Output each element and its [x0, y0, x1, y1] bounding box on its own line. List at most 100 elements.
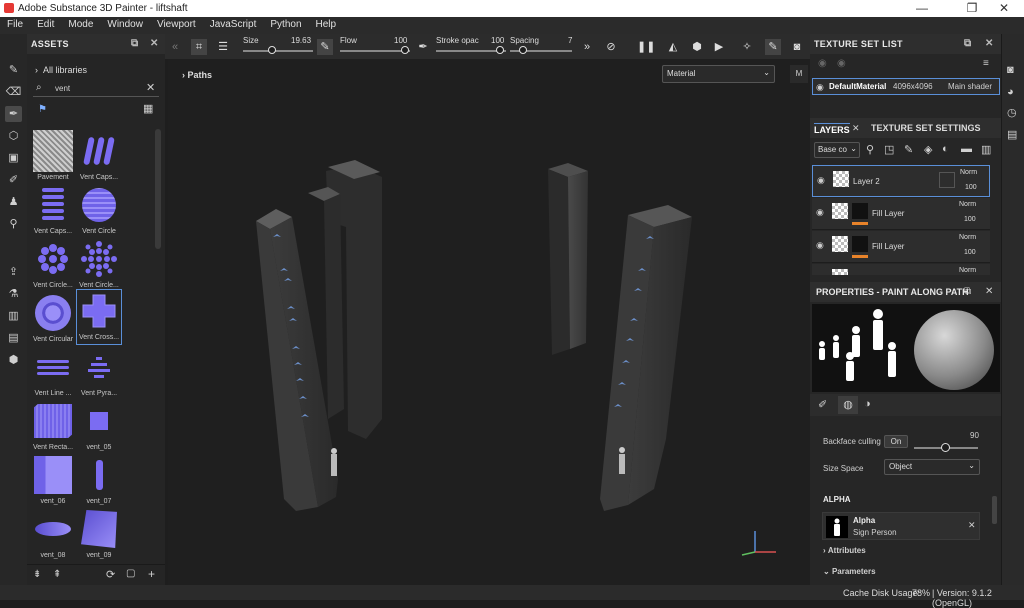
alpha-slot[interactable]: Alpha Sign Person ✕	[822, 512, 980, 540]
asset-vent-line[interactable]: Vent Line ...	[31, 346, 75, 397]
add-folder-icon[interactable]: ▬	[961, 143, 972, 155]
properties-scrollbar[interactable]	[992, 496, 997, 524]
cube-icon[interactable]: ⬢	[5, 352, 22, 368]
undock-icon[interactable]: ⧉	[131, 38, 138, 49]
menu-icon[interactable]: ≡	[983, 58, 989, 69]
add-fill-layer-icon[interactable]: ◈	[924, 143, 932, 156]
layer-row[interactable]: ◉ Fill Layer Norm 100	[812, 198, 990, 230]
close-icon[interactable]: ✕	[985, 286, 993, 297]
expand-right-icon[interactable]: »	[579, 39, 595, 55]
visibility-icon[interactable]: ◉	[818, 58, 827, 69]
brush-tab-icon[interactable]: ✐	[818, 398, 827, 411]
menu-file[interactable]: File	[0, 17, 30, 34]
undock-icon[interactable]: ⧉	[964, 38, 971, 49]
remove-alpha-icon[interactable]: ✕	[968, 520, 976, 531]
asset-vent-caps-2[interactable]: Vent Caps...	[31, 184, 75, 235]
eraser-icon[interactable]: ⌫	[5, 84, 22, 100]
spacing-value[interactable]: 7	[568, 36, 572, 45]
eye-icon[interactable]: ◉	[816, 273, 824, 275]
filter-icon[interactable]: ⚑	[38, 104, 47, 115]
size-slider-handle[interactable]	[268, 46, 276, 54]
path-mode-icon[interactable]: ⌗	[191, 39, 207, 55]
close-button[interactable]: ✕	[984, 1, 1024, 15]
eye-icon[interactable]: ◉	[816, 207, 824, 218]
menu-javascript[interactable]: JavaScript	[203, 17, 264, 34]
document-icon[interactable]: ▤	[5, 330, 22, 346]
flow-slider-handle[interactable]	[401, 46, 409, 54]
pressure-icon[interactable]: ✎	[317, 39, 333, 55]
close-icon[interactable]: ✕	[150, 38, 159, 49]
asset-vent-circle[interactable]: Vent Circle	[77, 184, 121, 235]
menu-python[interactable]: Python	[263, 17, 308, 34]
menu-help[interactable]: Help	[309, 17, 344, 34]
camera-video-icon[interactable]: ▶	[711, 39, 727, 55]
close-tab-icon[interactable]: ✕	[852, 123, 860, 134]
attributes-toggle[interactable]: › Attributes	[823, 546, 866, 555]
search-input[interactable]: vent	[55, 84, 70, 93]
size-value[interactable]: 19.63	[291, 36, 311, 45]
shader-settings-icon[interactable]: ◕	[1007, 86, 1014, 98]
asset-vent-pyramid[interactable]: Vent Pyra...	[77, 346, 121, 397]
asset-vent-circle-3[interactable]: Vent Circle...	[77, 238, 121, 289]
paint-brush-icon[interactable]: ✎	[5, 62, 22, 78]
asset-vent-05[interactable]: vent_05	[77, 400, 121, 451]
layer-row[interactable]: ◉ Fill Layer Norm 100	[812, 231, 990, 263]
asset-pavement[interactable]: Pavement	[31, 130, 75, 181]
layer-mask-thumbnail[interactable]	[852, 236, 868, 252]
clear-search-icon[interactable]: ✕	[146, 81, 155, 94]
add-icon[interactable]: +	[148, 567, 155, 581]
menu-viewport[interactable]: Viewport	[150, 17, 203, 34]
size-space-select[interactable]: Object ⌄	[884, 459, 980, 475]
projection-icon[interactable]: ▣	[5, 150, 22, 166]
search-box[interactable]: ⌕ vent ✕	[33, 81, 159, 97]
blend-mode[interactable]: Norm	[959, 267, 976, 274]
import-icon[interactable]: ⇟	[33, 569, 41, 580]
layer-row[interactable]: ◉ Norm	[812, 264, 990, 275]
texture-set-shader[interactable]: Main shader	[948, 82, 992, 91]
path-tool-icon[interactable]: ✒	[5, 106, 22, 122]
asset-vent-09[interactable]: vent_09	[77, 508, 121, 559]
material-tab-icon[interactable]: ◑	[864, 398, 871, 410]
asset-vent-circular[interactable]: Vent Circular	[31, 292, 75, 343]
refresh-icon[interactable]: ⟳	[106, 568, 115, 581]
tab-layers[interactable]: LAYERS	[814, 123, 850, 135]
screenshot-icon[interactable]: ◙	[789, 39, 805, 55]
smart-material-icon[interactable]: ◐	[942, 143, 949, 155]
eye-icon[interactable]: ◉	[816, 82, 824, 93]
flow-value[interactable]: 100	[394, 36, 407, 45]
alpha-tab-icon[interactable]: ◍	[838, 396, 858, 414]
smudge-icon[interactable]: ✐	[5, 172, 22, 188]
assets-scrollbar[interactable]	[155, 129, 161, 249]
brush-icon[interactable]: ✒	[415, 39, 431, 55]
3d-viewport[interactable]: › Paths Material ⌄ M	[168, 59, 810, 585]
menu-edit[interactable]: Edit	[30, 17, 61, 34]
asset-vent-08[interactable]: vent_08	[31, 508, 75, 559]
tab-texture-set-settings[interactable]: TEXTURE SET SETTINGS	[871, 123, 981, 133]
layer-opacity[interactable]: 100	[964, 249, 976, 256]
blend-mode[interactable]: Norm	[959, 201, 976, 208]
layer-mask-thumbnail[interactable]	[852, 203, 868, 219]
collapse-left-icon[interactable]: «	[167, 39, 183, 55]
pause-icon[interactable]: ❚❚	[637, 39, 655, 55]
blend-mode[interactable]: Norm	[960, 169, 977, 176]
history-icon[interactable]: ◷	[1007, 106, 1017, 119]
backface-value[interactable]: 90	[970, 431, 979, 440]
size-slider[interactable]	[243, 50, 313, 52]
layer-opacity[interactable]: 100	[964, 216, 976, 223]
channel-select[interactable]: Base co ⌄	[814, 142, 860, 158]
clone-stamp-icon[interactable]: ♟	[5, 194, 22, 210]
backface-toggle[interactable]: On	[884, 435, 908, 448]
menu-window[interactable]: Window	[100, 17, 150, 34]
picker-icon[interactable]: ⚲	[5, 216, 22, 232]
minimize-button[interactable]: —	[902, 1, 942, 15]
display-settings-icon[interactable]: ◙	[1007, 64, 1014, 76]
wand-icon[interactable]: ✧	[739, 39, 755, 55]
eye-icon[interactable]: ◉	[817, 175, 825, 186]
asset-vent-rectangle[interactable]: Vent Recta...	[31, 400, 75, 451]
parameters-toggle[interactable]: ⌄ Parameters	[823, 567, 876, 576]
asset-vent-circle-2[interactable]: Vent Circle...	[31, 238, 75, 289]
new-shelf-icon[interactable]: ⇞	[53, 569, 61, 580]
layer-row[interactable]: ◉ Layer 2 Norm 100	[812, 165, 990, 197]
bake-icon[interactable]: ⚗	[5, 286, 22, 302]
export-icon[interactable]: ⇪	[5, 264, 22, 280]
